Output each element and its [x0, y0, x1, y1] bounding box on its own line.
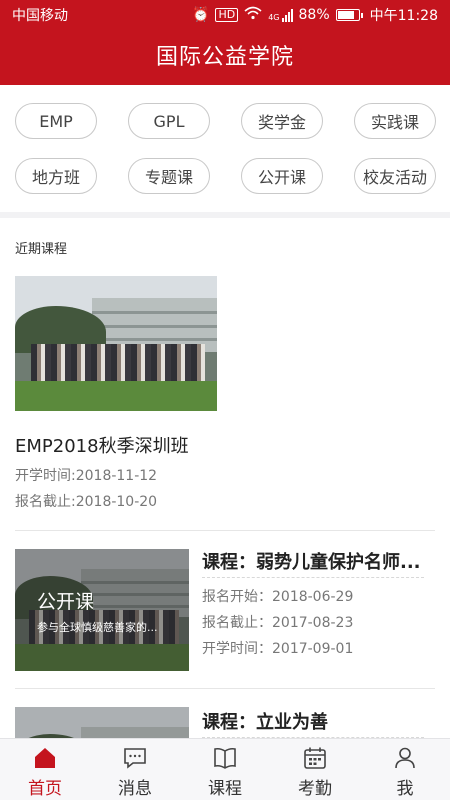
featured-photo[interactable]	[15, 276, 217, 411]
carrier-label: 中国移动	[12, 8, 68, 24]
course-reg-end: 报名截止：2017-08-23	[202, 615, 354, 631]
course-start: 开学时间：2017-09-01	[202, 641, 354, 657]
user-icon	[395, 747, 415, 769]
tab-attendance[interactable]: 考勤	[270, 739, 360, 800]
course-photo[interactable]: 公开课 参与全球慎级慈善家的...	[15, 549, 189, 671]
divider	[15, 530, 435, 531]
alarm-icon: ⏰	[192, 7, 210, 23]
hd-badge: HD	[215, 8, 239, 22]
course-reg-start: 报名开始：2018-06-29	[202, 589, 354, 605]
divider	[15, 688, 435, 689]
chip-emp[interactable]: EMP	[15, 103, 97, 139]
chip-open[interactable]: 公开课	[241, 158, 323, 194]
tab-me[interactable]: 我	[360, 739, 450, 800]
status-icons: ⏰ HD 4G 88% 中午11:28	[192, 5, 438, 25]
course-title[interactable]: 课程：弱势儿童保护名师...	[202, 548, 432, 574]
featured-title[interactable]: EMP2018秋季深圳班	[15, 432, 189, 458]
chip-scholarship[interactable]: 奖学金	[241, 103, 323, 139]
tab-courses[interactable]: 课程	[180, 739, 270, 800]
recent-courses: 近期课程 EMP2018秋季深圳班 开学时间:2018-11-12 报名截止:2…	[0, 218, 450, 738]
course-photo[interactable]	[15, 707, 189, 738]
wifi-icon	[244, 6, 262, 24]
tab-label: 首页	[28, 779, 62, 799]
tab-home[interactable]: 首页	[0, 739, 90, 800]
tab-label: 课程	[208, 779, 242, 799]
chip-gpl[interactable]: GPL	[128, 103, 210, 139]
overlay-subtitle: 参与全球慎级慈善家的...	[37, 621, 158, 634]
calendar-icon	[304, 747, 326, 769]
clock: 中午11:28	[369, 8, 438, 24]
chip-regional[interactable]: 地方班	[15, 158, 97, 194]
category-panel: EMP GPL 奖学金 实践课 地方班 专题课 公开课 校友活动	[0, 85, 450, 212]
featured-deadline: 报名截止:2018-10-20	[15, 494, 158, 510]
book-icon	[214, 747, 236, 769]
page-title: 国际公益学院	[0, 30, 450, 85]
tab-bar: 首页 消息 课程 考勤 我	[0, 738, 450, 800]
tab-label: 消息	[118, 779, 152, 799]
battery-icon	[335, 9, 363, 21]
chip-practice[interactable]: 实践课	[354, 103, 436, 139]
message-icon	[124, 748, 146, 769]
battery-percent: 88%	[298, 7, 330, 23]
signal-icon: 4G	[268, 8, 293, 22]
status-bar: 中国移动 ⏰ HD 4G 88% 中午11:28	[0, 0, 450, 30]
network-type: 4G	[268, 12, 280, 22]
course-title[interactable]: 课程：立业为善	[202, 708, 432, 734]
home-icon	[35, 748, 55, 768]
chip-alumni[interactable]: 校友活动	[354, 158, 436, 194]
tab-label: 考勤	[298, 779, 332, 799]
overlay-title: 公开课	[37, 591, 95, 613]
tab-messages[interactable]: 消息	[90, 739, 180, 800]
featured-start: 开学时间:2018-11-12	[15, 468, 158, 484]
tab-label: 我	[396, 779, 414, 799]
dashed-divider	[202, 577, 424, 578]
section-title: 近期课程	[15, 242, 68, 257]
chip-topic[interactable]: 专题课	[128, 158, 210, 194]
